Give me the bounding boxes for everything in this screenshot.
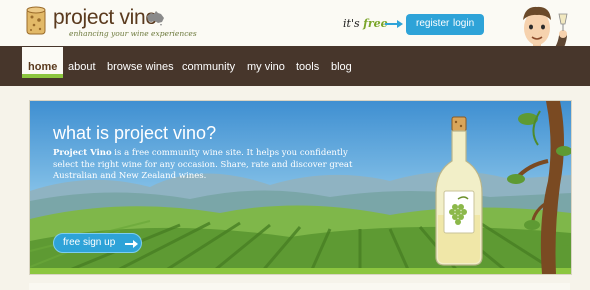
nav-item-blog[interactable]: blog xyxy=(331,61,352,73)
free-signup-button[interactable]: free sign up xyxy=(53,233,142,253)
free-word: free xyxy=(363,17,388,30)
nav-item-tools[interactable]: tools xyxy=(296,61,319,73)
free-signup-label: free sign up xyxy=(63,237,116,248)
auth-box: register login xyxy=(406,14,484,35)
australia-map-icon xyxy=(147,11,164,26)
banner-description: Project Vino is a free community wine si… xyxy=(53,148,353,183)
nav-item-my-vino[interactable]: my vino xyxy=(247,61,285,73)
hero-banner: what is project vino? Project Vino is a … xyxy=(29,100,572,275)
login-link[interactable]: login xyxy=(453,18,474,29)
banner-title: what is project vino? xyxy=(53,123,217,143)
free-prefix: it's xyxy=(343,17,360,30)
content-strip xyxy=(29,283,570,290)
wine-bottle-illustration xyxy=(435,116,483,266)
nav-item-about[interactable]: about xyxy=(68,61,96,73)
banner-desc-brand: Project Vino xyxy=(53,148,112,158)
main-nav: home about browse wines community my vin… xyxy=(0,46,590,86)
nav-item-home[interactable]: home xyxy=(22,47,64,78)
free-callout: it's free xyxy=(343,17,388,30)
brand-tagline: enhancing your wine experiences xyxy=(69,29,197,38)
nav-item-browse-wines[interactable]: browse wines xyxy=(107,61,174,73)
wine-cork-logo-icon[interactable] xyxy=(25,6,47,36)
nav-item-community[interactable]: community xyxy=(182,61,235,73)
vine-tree-illustration xyxy=(507,101,571,274)
site-header: project vino enhancing your wine experie… xyxy=(0,0,590,80)
brand-name[interactable]: project vino xyxy=(53,6,157,30)
arrow-right-icon xyxy=(385,20,403,28)
register-link[interactable]: register xyxy=(416,18,449,29)
arrow-right-icon xyxy=(125,240,138,248)
